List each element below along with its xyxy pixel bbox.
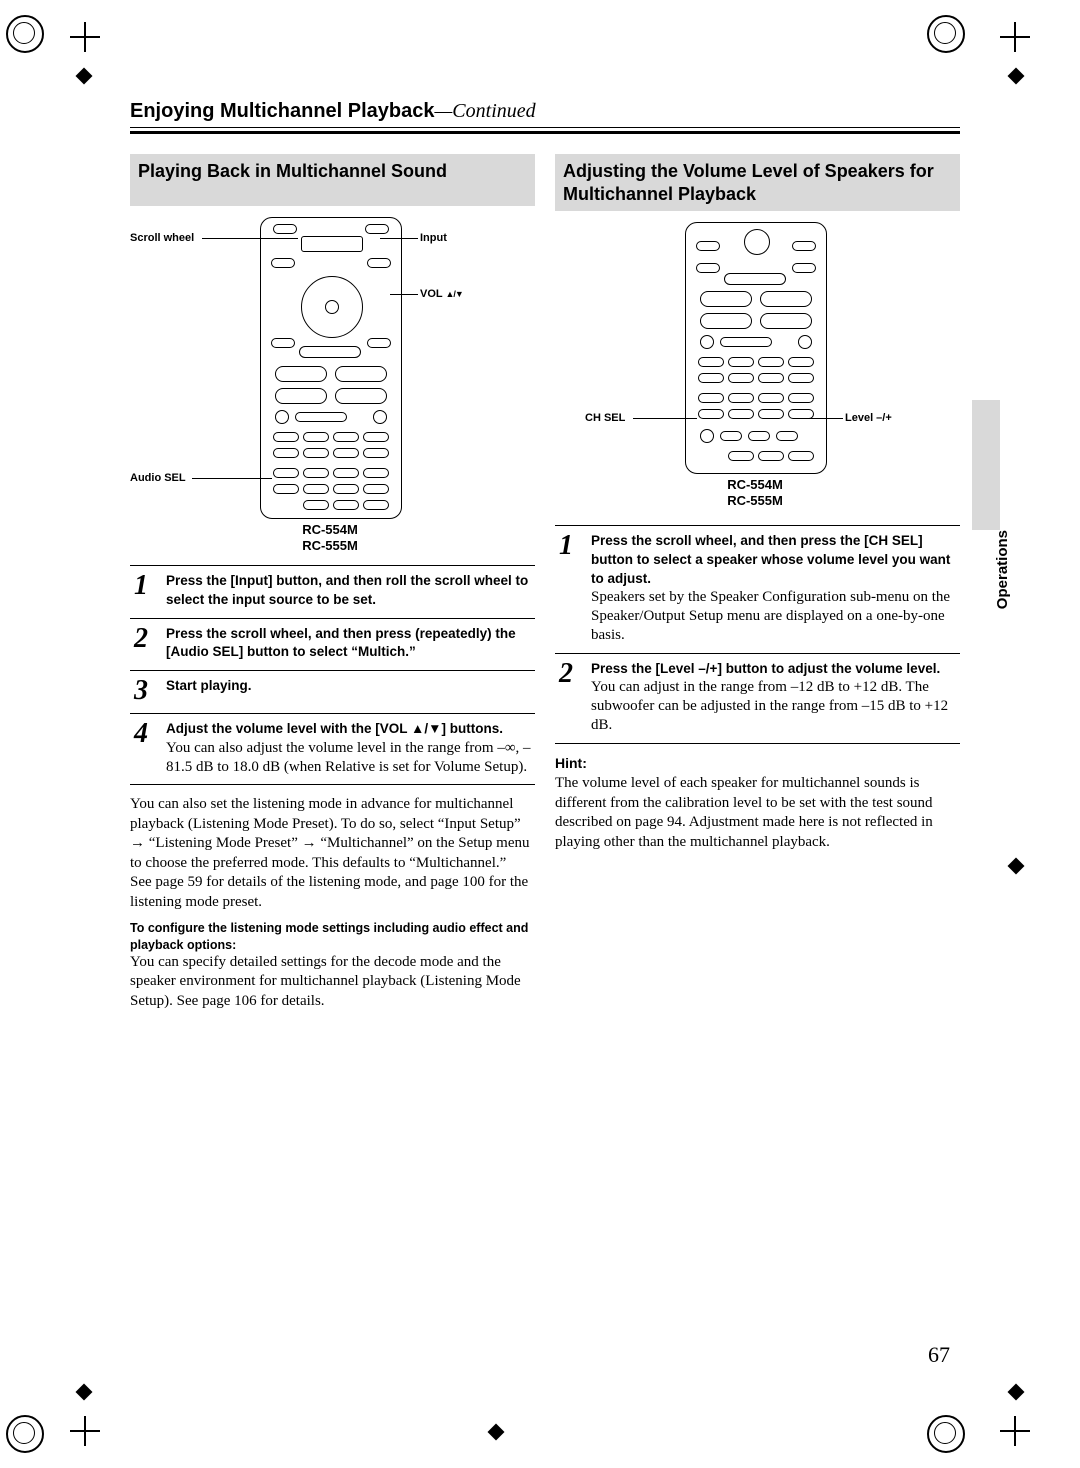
step-instruction: Press the [Level –/+] button to adjust t… — [591, 661, 940, 676]
paragraph: You can specify detailed settings for th… — [130, 953, 535, 1012]
step-number: 2 — [559, 660, 591, 735]
section-title-left: Playing Back in Multichannel Sound — [130, 154, 535, 206]
callout-ch-sel: CH SEL — [585, 412, 625, 424]
steps-left: 1 Press the [Input] button, and then rol… — [130, 565, 535, 785]
remote-model-2: RC-555M — [685, 493, 825, 508]
step-detail: You can also adjust the volume level in … — [166, 740, 531, 775]
chapter-title-text: Enjoying Multichannel Playback — [130, 100, 435, 122]
paragraphs-left: You can also set the listening mode in a… — [130, 795, 535, 1011]
step-row: 2 Press the scroll wheel, and then press… — [130, 619, 535, 672]
step-row: 2 Press the [Level –/+] button to adjust… — [555, 654, 960, 744]
crop-cross-icon — [1000, 1416, 1030, 1446]
section-title-right: Adjusting the Volume Level of Speakers f… — [555, 154, 960, 211]
step-instruction: Press the scroll wheel, and then press (… — [166, 626, 516, 660]
hint-block: Hint: The volume level of each speaker f… — [555, 754, 960, 853]
reg-mark — [927, 15, 965, 53]
step-number: 3 — [134, 677, 166, 705]
callout-input: Input — [420, 232, 447, 244]
divider — [130, 127, 960, 134]
step-instruction: Adjust the volume level with the [VOL ▲/… — [166, 721, 503, 736]
right-column: Adjusting the Volume Level of Speakers f… — [555, 154, 960, 1011]
step-instruction: Start playing. — [166, 678, 252, 693]
crop-cross-icon — [70, 1416, 100, 1446]
paragraph: See page 59 for details of the listening… — [130, 873, 535, 912]
hint-label: Hint: — [555, 755, 587, 771]
section-tab — [972, 400, 1000, 530]
section-tab-label: Operations — [994, 530, 1011, 609]
step-row: 1 Press the [Input] button, and then rol… — [130, 566, 535, 619]
step-row: 1 Press the scroll wheel, and then press… — [555, 526, 960, 654]
chapter-title: Enjoying Multichannel Playback—Continued — [130, 100, 960, 123]
crop-cross-icon — [70, 22, 100, 52]
step-row: 3 Start playing. — [130, 671, 535, 714]
reg-mark — [927, 1415, 965, 1453]
callout-audio-sel: Audio SEL — [130, 472, 186, 484]
hint-body: The volume level of each speaker for mul… — [555, 775, 933, 850]
diamond-icon — [76, 1384, 93, 1401]
step-number: 1 — [134, 572, 166, 610]
step-number: 2 — [134, 625, 166, 663]
step-detail: You can adjust in the range from –12 dB … — [591, 679, 948, 733]
step-detail: Speakers set by the Speaker Configuratio… — [591, 589, 950, 643]
reg-mark — [6, 15, 44, 53]
step-instruction: Press the scroll wheel, and then press t… — [591, 533, 950, 586]
steps-right: 1 Press the scroll wheel, and then press… — [555, 525, 960, 744]
remote-model-1: RC-554M — [685, 477, 825, 492]
remote-model-1: RC-554M — [260, 522, 400, 537]
diamond-icon — [1008, 1384, 1025, 1401]
paragraph: You can also set the listening mode in a… — [130, 795, 535, 873]
remote-figure-left: Scroll wheel Input VOL Audio SEL RC-554M… — [130, 212, 535, 557]
remote-figure-right: CH SEL Level –/+ RC-554M RC-555M — [555, 217, 960, 517]
callout-level: Level –/+ — [845, 412, 892, 424]
step-row: 4 Adjust the volume level with the [VOL … — [130, 714, 535, 785]
step-instruction: Press the [Input] button, and then roll … — [166, 573, 528, 607]
reg-mark — [6, 1415, 44, 1453]
remote-model-2: RC-555M — [260, 538, 400, 553]
step-number: 1 — [559, 532, 591, 645]
chapter-continued: —Continued — [435, 100, 536, 122]
subheading: To configure the listening mode settings… — [130, 920, 535, 953]
step-number: 4 — [134, 720, 166, 776]
callout-scroll-wheel: Scroll wheel — [130, 232, 194, 244]
crop-cross-icon — [1000, 22, 1030, 52]
page-number: 67 — [928, 1342, 950, 1368]
diamond-icon — [488, 1424, 505, 1441]
left-column: Playing Back in Multichannel Sound — [130, 154, 535, 1011]
callout-vol: VOL — [420, 288, 463, 300]
